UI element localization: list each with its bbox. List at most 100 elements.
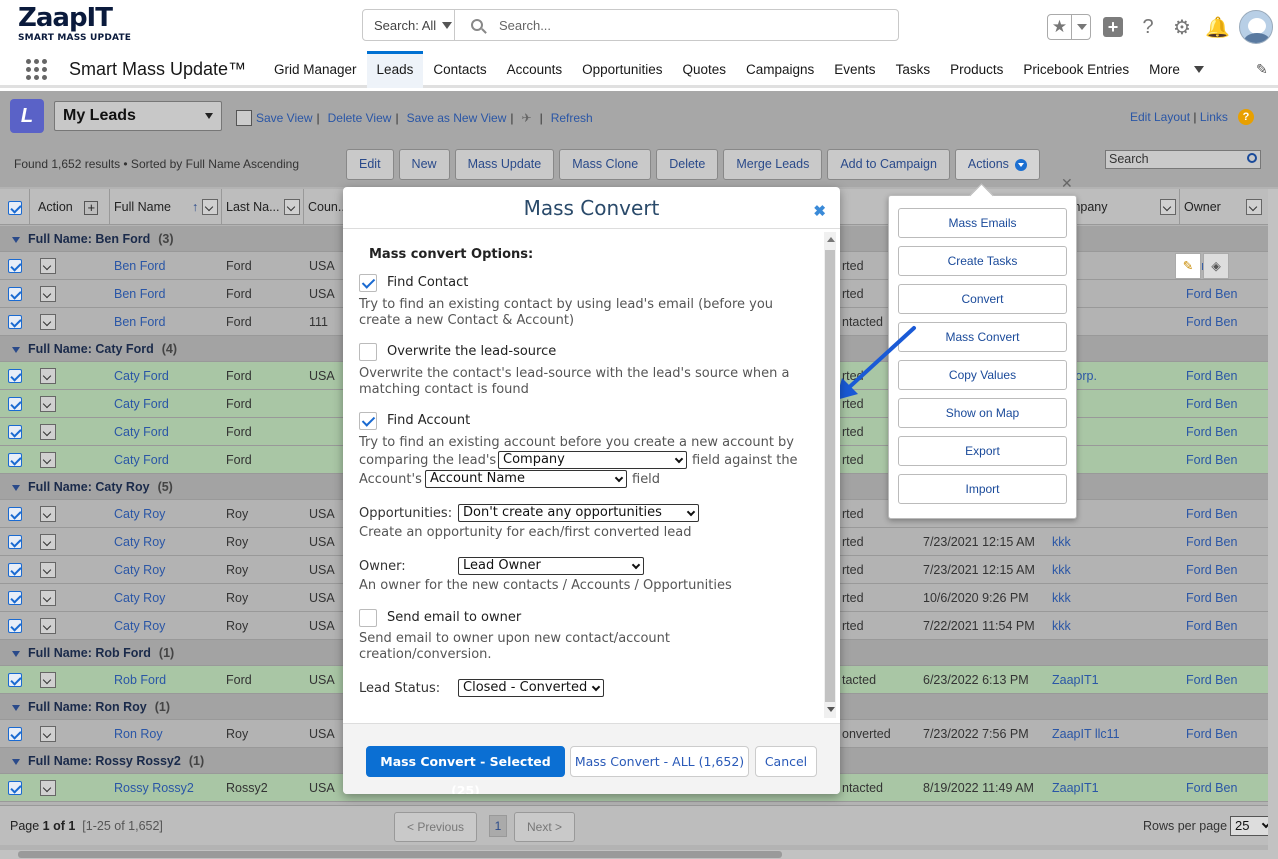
lead-status-select[interactable]: Closed - Converted	[458, 679, 604, 697]
company-link[interactable]: kkk	[1052, 612, 1071, 640]
menu-item-mass-convert[interactable]: Mass Convert	[898, 322, 1067, 352]
column-menu-button[interactable]	[284, 199, 300, 215]
refresh-link[interactable]: Refresh	[551, 111, 593, 125]
edit-nav-icon[interactable]: ✎	[1256, 61, 1270, 77]
favorites-button[interactable]: ★	[1047, 14, 1091, 40]
modal-scrollbar[interactable]	[824, 232, 836, 718]
full-name-link[interactable]: Caty Ford	[114, 362, 169, 390]
full-name-link[interactable]: Caty Ford	[114, 418, 169, 446]
tab-pricebook-entries[interactable]: Pricebook Entries	[1013, 51, 1139, 88]
row-action-menu[interactable]	[40, 589, 56, 606]
next-page-button[interactable]: Next >	[514, 812, 576, 842]
row-action-menu[interactable]	[40, 285, 56, 302]
row-checkbox[interactable]	[8, 618, 22, 633]
row-checkbox[interactable]	[8, 258, 22, 273]
column-menu-button[interactable]	[202, 199, 218, 215]
account-field-select[interactable]: Account Name	[425, 470, 627, 488]
menu-item-export[interactable]: Export	[898, 436, 1067, 466]
edit-layout-link[interactable]: Edit Layout	[1130, 110, 1190, 124]
company-link[interactable]: ZaapIT1	[1052, 774, 1099, 802]
send-email-checkbox[interactable]	[359, 609, 377, 627]
menu-item-import[interactable]: Import	[898, 474, 1067, 504]
row-action-menu[interactable]	[40, 451, 56, 468]
owner-link[interactable]: Ford Ben	[1186, 584, 1237, 612]
close-icon[interactable]: ✖	[813, 202, 826, 220]
search-input[interactable]: Search...	[499, 18, 551, 33]
row-action-menu[interactable]	[40, 725, 56, 742]
row-checkbox[interactable]	[8, 726, 22, 741]
header-last-name[interactable]: Last Na...	[222, 189, 304, 225]
tab-contacts[interactable]: Contacts	[423, 51, 496, 88]
menu-item-show-on-map[interactable]: Show on Map	[898, 398, 1067, 428]
company-link[interactable]: ZaapIT llc11	[1052, 720, 1120, 748]
row-checkbox[interactable]	[8, 314, 22, 329]
edit-button[interactable]: Edit	[346, 149, 394, 180]
tab-leads[interactable]: Leads	[366, 51, 424, 88]
row-action-menu[interactable]	[40, 617, 56, 634]
owner-link[interactable]: Ford Ben	[1186, 528, 1237, 556]
full-name-link[interactable]: Caty Roy	[114, 500, 165, 528]
tab-tasks[interactable]: Tasks	[886, 51, 941, 88]
row-checkbox[interactable]	[8, 396, 22, 411]
menu-item-copy-values[interactable]: Copy Values	[898, 360, 1067, 390]
row-action-menu[interactable]	[40, 671, 56, 688]
row-action-menu[interactable]	[40, 313, 56, 330]
full-name-link[interactable]: Rob Ford	[114, 666, 166, 694]
row-action-menu[interactable]	[40, 423, 56, 440]
row-checkbox[interactable]	[8, 452, 22, 467]
column-menu-button[interactable]	[1246, 199, 1262, 215]
owner-link[interactable]: Ford Ben	[1186, 774, 1237, 802]
scroll-up-icon[interactable]	[827, 237, 835, 242]
row-action-menu[interactable]	[40, 533, 56, 550]
scrollbar-thumb[interactable]	[825, 250, 835, 702]
full-name-link[interactable]: Caty Roy	[114, 612, 165, 640]
pin-icon[interactable]: ✈	[522, 111, 532, 125]
horizontal-scrollbar[interactable]	[0, 850, 1278, 859]
mass-convert-all-button[interactable]: Mass Convert - ALL (1,652)	[570, 746, 749, 777]
row-action-menu[interactable]	[40, 505, 56, 522]
logo[interactable]: ZaapIT SMART MASS UPDATE	[18, 4, 131, 44]
actions-button[interactable]: Actions	[954, 149, 1040, 180]
owner-link[interactable]: Ford Ben	[1186, 362, 1237, 390]
full-name-link[interactable]: Ben Ford	[114, 308, 165, 336]
row-action-menu[interactable]	[40, 395, 56, 412]
row-checkbox[interactable]	[8, 590, 22, 605]
company-link[interactable]: kkk	[1052, 556, 1071, 584]
owner-link[interactable]: Ford Ben	[1186, 720, 1237, 748]
previous-page-button[interactable]: < Previous	[394, 812, 478, 842]
help-icon[interactable]: ?	[1137, 16, 1159, 39]
save-as-new-view-link[interactable]: Save as New View	[407, 111, 507, 125]
save-view-link[interactable]: Save View	[256, 111, 312, 125]
row-checkbox[interactable]	[8, 506, 22, 521]
owner-link[interactable]: Ford Ben	[1186, 390, 1237, 418]
bell-icon[interactable]: 🔔	[1205, 15, 1230, 40]
help-icon[interactable]: ?	[1238, 109, 1254, 125]
row-action-menu[interactable]	[40, 779, 56, 796]
owner-link[interactable]: Ford Ben	[1186, 446, 1237, 474]
add-to-campaign-button[interactable]: Add to Campaign	[827, 149, 950, 180]
full-name-link[interactable]: Ben Ford	[114, 280, 165, 308]
mass-clone-button[interactable]: Mass Clone	[559, 149, 652, 180]
scroll-down-icon[interactable]	[827, 707, 835, 712]
full-name-link[interactable]: Caty Roy	[114, 528, 165, 556]
company-field-select[interactable]: Company	[498, 451, 687, 469]
scrollbar-thumb[interactable]	[18, 851, 782, 858]
mass-update-button[interactable]: Mass Update	[454, 149, 555, 180]
owner-link[interactable]: Ford Ben	[1186, 556, 1237, 584]
avatar[interactable]	[1239, 10, 1273, 44]
owner-link[interactable]: Ford Ben	[1186, 666, 1237, 694]
tab-events[interactable]: Events	[824, 51, 885, 88]
merge-leads-button[interactable]: Merge Leads	[723, 149, 823, 180]
full-name-link[interactable]: Ben Ford	[114, 252, 165, 280]
cancel-button[interactable]: Cancel	[755, 746, 817, 777]
owner-select[interactable]: Lead Owner	[458, 557, 644, 575]
links-link[interactable]: Links	[1200, 110, 1228, 124]
mass-convert-selected-button[interactable]: Mass Convert - Selected (25)	[366, 746, 565, 794]
owner-link[interactable]: Ford Ben	[1186, 418, 1237, 446]
tab-campaigns[interactable]: Campaigns	[736, 51, 824, 88]
vertical-scrollbar[interactable]	[1268, 189, 1278, 859]
search-scope-dropdown[interactable]: Search: All	[363, 10, 455, 40]
row-action-menu[interactable]	[40, 257, 56, 274]
row-action-menu[interactable]	[40, 561, 56, 578]
menu-item-create-tasks[interactable]: Create Tasks	[898, 246, 1067, 276]
